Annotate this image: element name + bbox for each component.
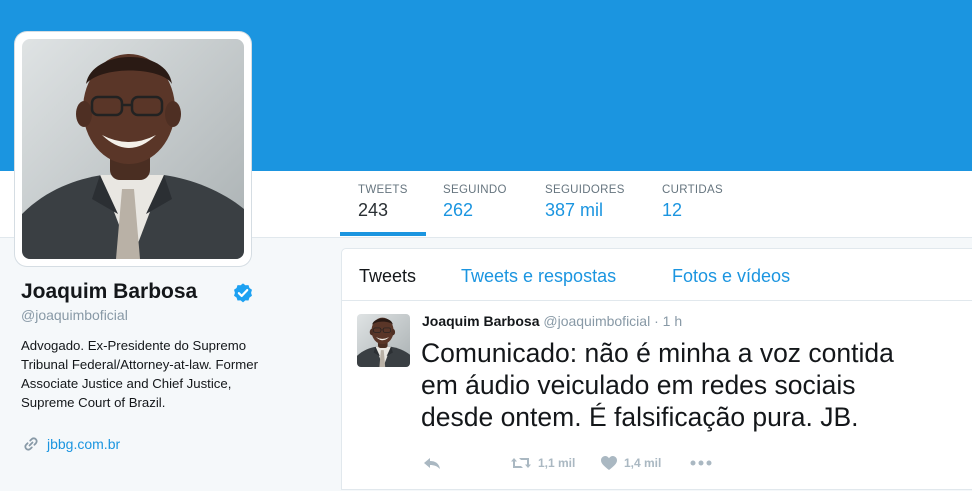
heart-icon — [601, 456, 617, 470]
profile-website-link[interactable]: jbbg.com.br — [47, 436, 120, 452]
active-stat-indicator — [340, 232, 426, 236]
profile-bio-line: Supreme Court of Brazil. — [21, 395, 166, 410]
tweet-text-line: em áudio veiculado em redes sociais — [421, 370, 856, 400]
tweet-separator: · — [654, 313, 659, 329]
profile-avatar-photo — [22, 39, 244, 259]
stat-likes-label: CURTIDAS — [662, 184, 723, 196]
stat-tweets[interactable]: TWEETS 243 — [358, 184, 408, 221]
tweet-avatar[interactable] — [357, 314, 410, 367]
profile-bio-line: Tribunal Federal/Attorney-at-law. Former — [21, 357, 258, 372]
profile-website[interactable]: jbbg.com.br — [23, 436, 120, 452]
retweet-button[interactable]: 1,1 mil — [510, 455, 600, 471]
tweet-header: Joaquim Barbosa @joaquimboficial · 1 h — [422, 313, 682, 329]
stat-following[interactable]: SEGUINDO 262 — [443, 184, 507, 221]
tweet-text-line: Comunicado: não é minha a voz contida — [421, 338, 894, 368]
tweet-actions: 1,1 mil 1,4 mil — [422, 453, 712, 473]
tab-photos-and-videos[interactable]: Fotos e vídeos — [672, 266, 790, 287]
tweet-timestamp[interactable]: 1 h — [663, 313, 682, 329]
profile-handle[interactable]: @joaquimboficial — [21, 307, 128, 323]
stat-tweets-label: TWEETS — [358, 184, 408, 196]
profile-avatar-frame[interactable] — [15, 32, 251, 266]
profile-bio-line: Associate Justice and Chief Justice, — [21, 376, 232, 391]
stat-followers[interactable]: SEGUIDORES 387 mil — [545, 184, 625, 221]
stat-following-label: SEGUINDO — [443, 184, 507, 196]
stat-tweets-value: 243 — [358, 200, 389, 220]
tab-tweets[interactable]: Tweets — [359, 266, 416, 287]
profile-name: Joaquim Barbosa — [21, 280, 198, 303]
stat-followers-label: SEGUIDORES — [545, 184, 625, 196]
reply-icon — [424, 458, 440, 469]
retweet-count: 1,1 mil — [538, 456, 576, 470]
tweet-author-handle[interactable]: @joaquimboficial — [543, 313, 650, 329]
tweet[interactable]: Joaquim Barbosa @joaquimboficial · 1 h C… — [342, 301, 972, 491]
timeline: Tweets Tweets e respostas Fotos e vídeos… — [341, 248, 972, 490]
reply-button[interactable] — [422, 455, 510, 471]
tweet-avatar-photo — [357, 314, 410, 367]
profile-avatar[interactable] — [22, 39, 244, 259]
timeline-tabs: Tweets Tweets e respostas Fotos e vídeos — [342, 249, 972, 301]
profile-bio-line: Advogado. Ex-Presidente do Supremo — [21, 338, 247, 353]
tab-tweets-and-replies[interactable]: Tweets e respostas — [461, 266, 616, 287]
link-icon — [24, 437, 38, 451]
like-button[interactable]: 1,4 mil — [600, 455, 690, 471]
tweet-text-line: desde ontem. É falsificação pura. JB. — [421, 402, 859, 432]
tweet-author-name[interactable]: Joaquim Barbosa — [422, 313, 539, 329]
like-count: 1,4 mil — [624, 456, 662, 470]
tweet-text: Comunicado: não é minha a voz contida em… — [421, 337, 972, 433]
stat-followers-value: 387 mil — [545, 200, 604, 220]
stat-likes-value: 12 — [662, 200, 683, 220]
more-icon — [690, 460, 712, 466]
stat-likes[interactable]: CURTIDAS 12 — [662, 184, 723, 221]
profile-bio: Advogado. Ex-Presidente do Supremo Tribu… — [21, 336, 331, 412]
retweet-icon — [511, 458, 531, 468]
stat-following-value: 262 — [443, 200, 474, 220]
verified-badge-icon — [234, 283, 252, 303]
more-button[interactable] — [690, 459, 712, 467]
